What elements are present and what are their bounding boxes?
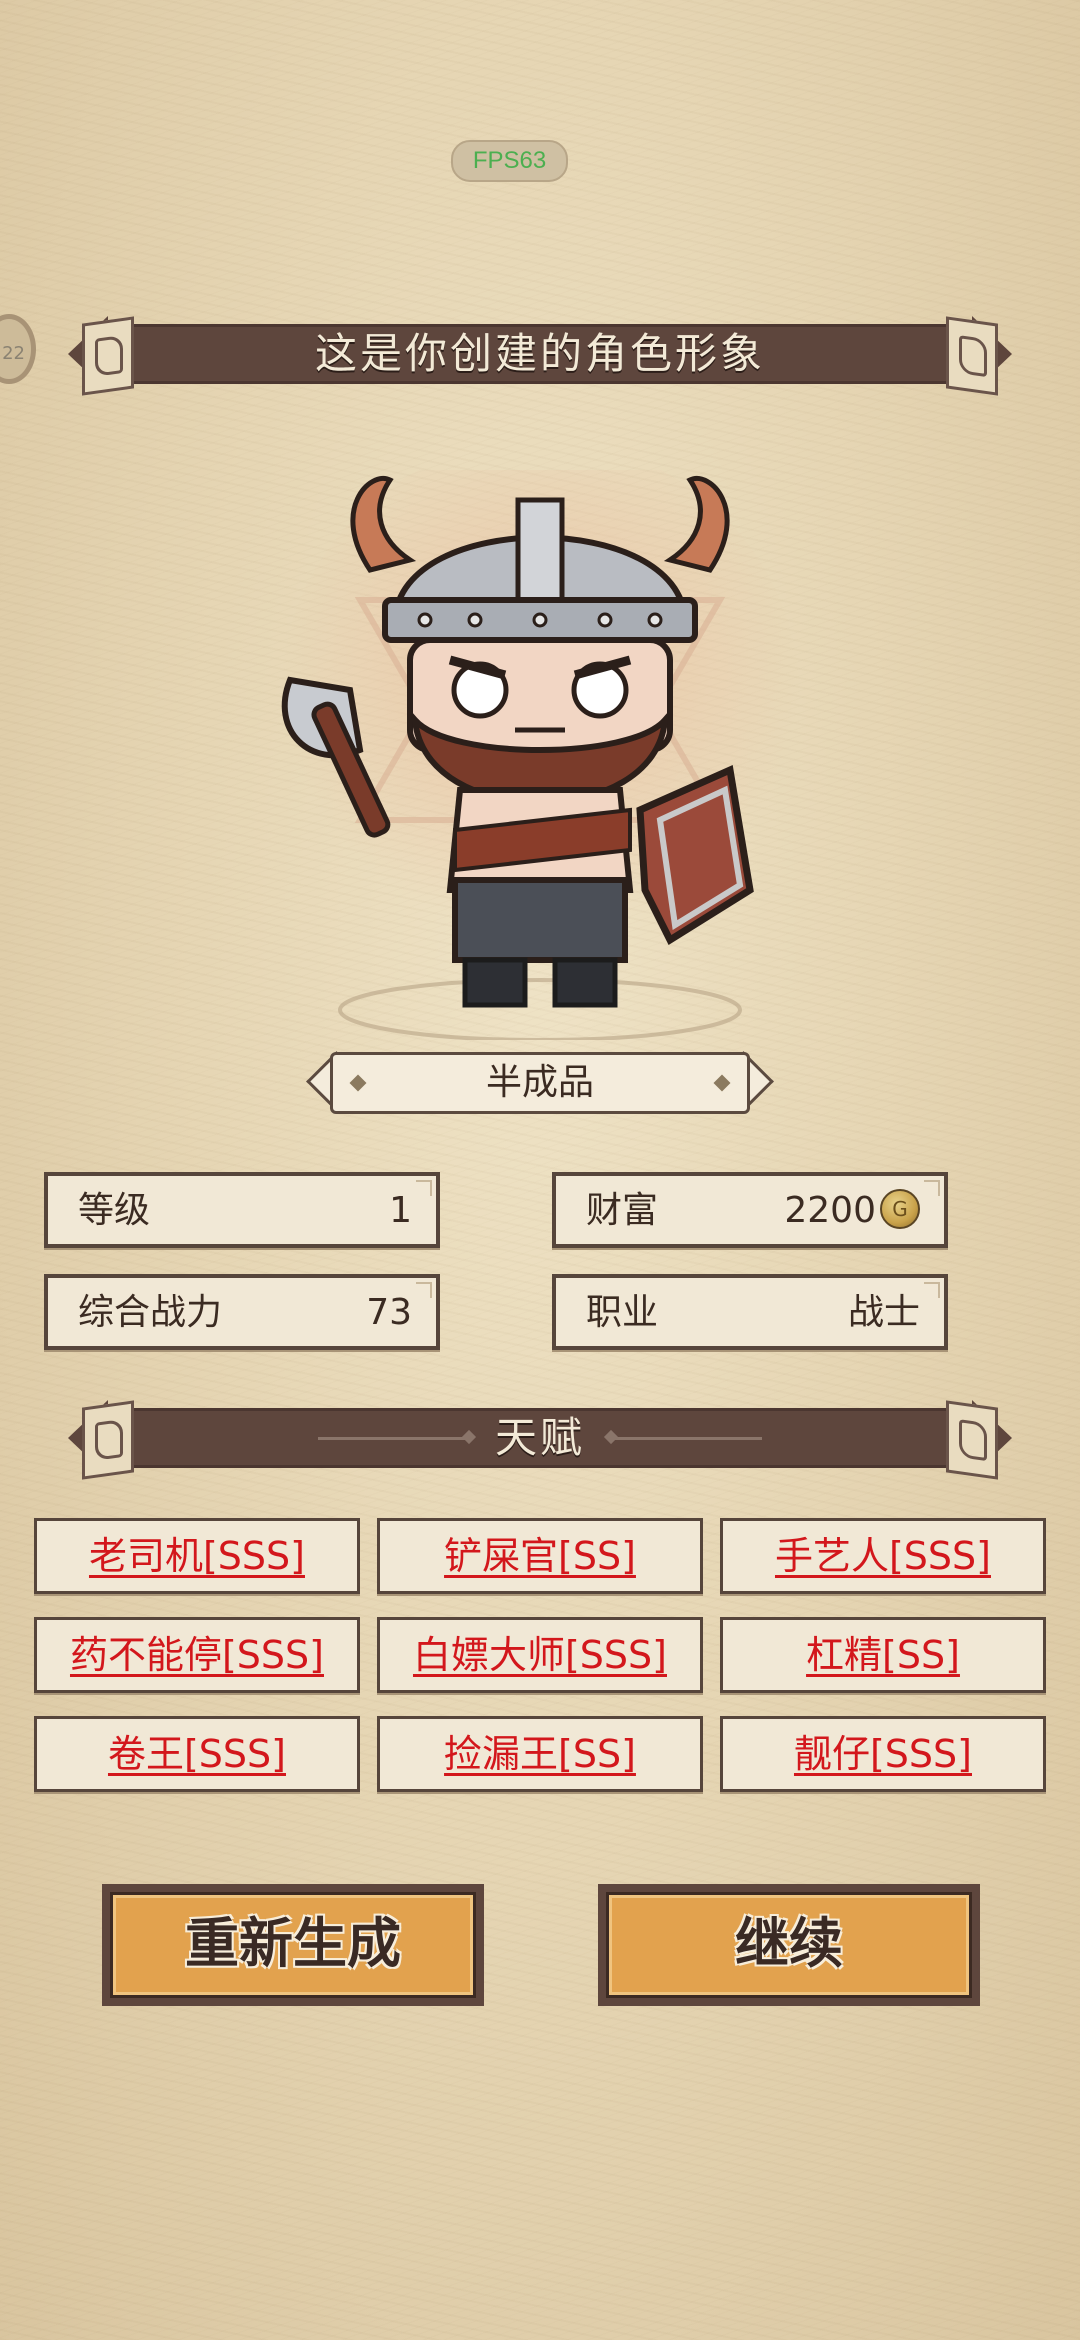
continue-button[interactable]: 继续: [598, 1884, 980, 2006]
coin-icon: G: [880, 1189, 920, 1229]
fps-counter: FPS63: [451, 140, 568, 182]
stat-level: 等级 1: [44, 1172, 440, 1248]
header-ribbon: 这是你创建的角色形象: [68, 316, 1012, 396]
talent-item[interactable]: 杠精[SS]: [720, 1617, 1046, 1693]
continue-button-label[interactable]: 继续: [606, 1892, 972, 1998]
talent-item[interactable]: 手艺人[SSS]: [720, 1518, 1046, 1594]
talent-item[interactable]: 卷王[SSS]: [34, 1716, 360, 1792]
stat-power-value: 73: [366, 1292, 412, 1333]
regenerate-button[interactable]: 重新生成: [102, 1884, 484, 2006]
character-name-plate: 半成品: [306, 1051, 774, 1114]
character-name: 半成品: [485, 1062, 594, 1103]
stat-wealth: 财富 2200 G: [552, 1172, 948, 1248]
talent-item[interactable]: 靓仔[SSS]: [720, 1716, 1046, 1792]
stat-power: 综合战力 73: [44, 1274, 440, 1350]
side-badge[interactable]: 22: [0, 314, 36, 384]
talent-item[interactable]: 药不能停[SSS]: [34, 1617, 360, 1693]
talent-item[interactable]: 老司机[SSS]: [34, 1518, 360, 1594]
stat-wealth-label: 财富: [586, 1190, 659, 1231]
regenerate-button-label[interactable]: 重新生成: [110, 1892, 476, 1998]
talent-item[interactable]: 铲屎官[SS]: [377, 1518, 703, 1594]
stat-class: 职业 战士: [552, 1274, 948, 1350]
talents-title: 天赋: [494, 1413, 585, 1462]
stat-power-label: 综合战力: [78, 1292, 223, 1333]
talent-item[interactable]: 捡漏王[SS]: [377, 1716, 703, 1792]
viking-warrior-icon: [280, 440, 800, 1042]
stat-class-value: 战士: [847, 1292, 920, 1333]
talent-item[interactable]: 白嫖大师[SSS]: [377, 1617, 703, 1693]
talents-ribbon: 天赋: [68, 1400, 1012, 1480]
page-title: 这是你创建的角色形象: [314, 329, 765, 378]
stat-wealth-value-wrap: 2200 G: [784, 1176, 920, 1246]
stat-class-label: 职业: [586, 1292, 659, 1333]
stat-level-label: 等级: [78, 1190, 151, 1231]
character-portrait: [250, 440, 830, 1042]
stat-wealth-value: 2200: [784, 1190, 876, 1231]
stat-level-value: 1: [389, 1190, 412, 1231]
